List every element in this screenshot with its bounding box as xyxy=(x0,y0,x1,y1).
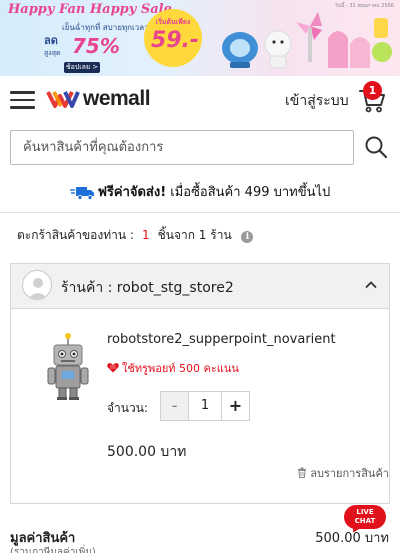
product-image[interactable] xyxy=(40,331,96,403)
promo-banner[interactable]: Happy Fan Happy Sale เย็นฉ่ำทุกที่ สบายท… xyxy=(0,0,400,76)
cart-count-badge: 1 xyxy=(363,81,382,100)
info-icon[interactable]: i xyxy=(241,231,254,243)
chevron-up-icon[interactable] xyxy=(365,279,377,291)
wemall-logo-mark xyxy=(46,91,80,108)
live-chat-bubble: LIVE CHAT xyxy=(344,505,386,529)
heart-icon xyxy=(107,363,119,373)
store-header[interactable]: ร้านค้า : robot_stg_store2 xyxy=(11,264,389,309)
logo-text: wemall xyxy=(83,87,151,110)
quantity-label: จำนวน: xyxy=(107,401,148,415)
cart-summary: ตะกร้าสินค้าของท่าน : 1 ชิ้นจาก 1 ร้าน i xyxy=(17,226,254,245)
increase-quantity-button[interactable]: + xyxy=(221,392,249,420)
banner-title: Happy Fan Happy Sale xyxy=(8,2,172,17)
banner-discount-label: ลด xyxy=(44,34,58,47)
points-text: ใช้ทรูพอยท์ 500 คะแนน xyxy=(122,362,239,375)
banner-price-caption: เริ่มต้นเพียง xyxy=(155,18,191,26)
store-avatar xyxy=(22,270,52,300)
banner-products-illustration xyxy=(222,12,392,69)
site-header: wemall เข้าสู่ระบบ xyxy=(0,76,400,122)
free-shipping-notice: ฟรีค่าจัดส่ง! เมื่อซื้อสินค้า 499 บาทขึ้… xyxy=(0,181,400,203)
remove-item-label: ลบรายการสินค้า xyxy=(310,467,389,480)
banner-price-value: 59.- xyxy=(150,28,200,53)
product-price: 500.00 บาท xyxy=(107,444,187,460)
avatar-placeholder-icon xyxy=(28,278,48,299)
banner-discount-value: 75% xyxy=(72,34,120,58)
quantity-value[interactable]: 1 xyxy=(189,392,221,420)
banner-discount-sublabel: สูงสุด xyxy=(44,49,61,57)
free-shipping-condition: เมื่อซื้อสินค้า 499 บาทขึ้นไป xyxy=(166,185,331,200)
trash-icon xyxy=(298,467,307,478)
cart-summary-count: 1 xyxy=(141,228,150,242)
menu-icon[interactable] xyxy=(10,91,35,109)
banner-shop-button[interactable]: ช้อปเลย > xyxy=(64,62,100,73)
search-icon[interactable] xyxy=(364,135,388,159)
remove-item-button[interactable]: ลบรายการสินค้า xyxy=(297,464,389,482)
banner-subtitle: เย็นฉ่ำทุกที่ สบายทุกเวลา xyxy=(62,23,149,32)
live-chat-line1: LIVE xyxy=(356,508,374,516)
quantity-stepper: - 1 + xyxy=(160,391,250,421)
free-shipping-bold: ฟรีค่าจัดส่ง! xyxy=(97,185,167,200)
cart-summary-prefix: ตะกร้าสินค้าของท่าน : xyxy=(17,228,134,242)
product-name[interactable]: robotstore2_supperpoint_novarient xyxy=(107,332,336,347)
store-card: ร้านค้า : robot_stg_store2 robotstore2_s… xyxy=(10,263,390,504)
truepoint-usage: ใช้ทรูพอยท์ 500 คะแนน xyxy=(107,359,239,377)
search-box xyxy=(10,130,354,165)
wemall-logo[interactable]: wemall xyxy=(46,86,151,112)
store-name: ร้านค้า : robot_stg_store2 xyxy=(61,280,234,296)
decrease-quantity-button[interactable]: - xyxy=(161,392,189,420)
search-input[interactable] xyxy=(11,131,353,164)
truck-icon xyxy=(69,186,94,200)
cart-summary-suffix: ชิ้นจาก 1 ร้าน xyxy=(157,228,232,242)
divider xyxy=(0,212,400,213)
live-chat-line2: CHAT xyxy=(354,517,376,525)
subtotal-vat-note: (รวมภาษีมูลค่าเพิ่ม) xyxy=(10,547,96,553)
live-chat-button[interactable]: LIVE CHAT xyxy=(344,505,388,535)
login-link[interactable]: เข้าสู่ระบบ xyxy=(285,90,349,112)
